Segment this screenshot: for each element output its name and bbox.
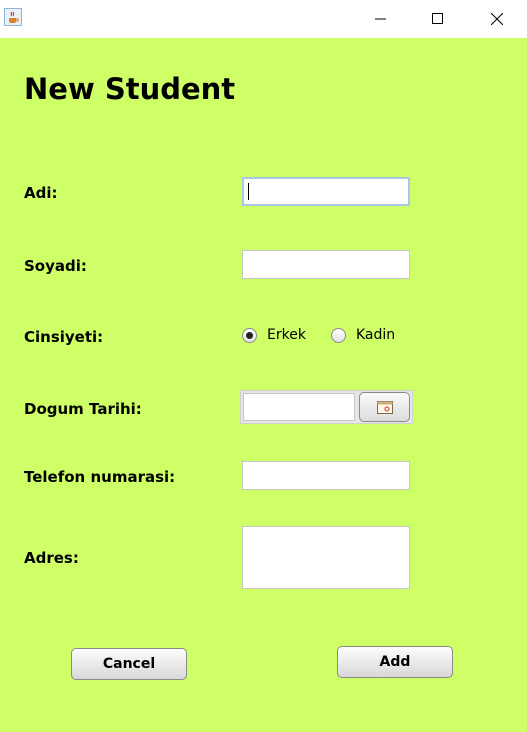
kadin-radio[interactable] [331,328,346,343]
adi-input[interactable] [242,177,410,206]
maximize-button[interactable] [415,0,461,38]
text-caret [248,183,249,200]
close-button[interactable] [474,0,520,38]
title-bar [0,0,527,38]
cinsiyeti-label: Cinsiyeti: [24,328,104,346]
calendar-icon [376,401,393,414]
adres-textarea[interactable] [242,526,410,589]
add-button[interactable]: Add [337,646,453,678]
calendar-button[interactable] [359,392,410,422]
close-icon [491,13,503,25]
minimize-icon [375,18,386,20]
kadin-label[interactable]: Kadin [356,327,395,343]
telefon-label: Telefon numarasi: [24,468,176,486]
adi-label: Adi: [24,184,58,202]
java-cup-icon [4,8,22,26]
page-title: New Student [24,72,236,106]
dogum-tarihi-label: Dogum Tarihi: [24,400,142,418]
adres-label: Adres: [24,549,79,567]
cancel-button[interactable]: Cancel [71,648,187,680]
soyadi-input[interactable] [242,250,410,279]
soyadi-label: Soyadi: [24,257,87,275]
erkek-label[interactable]: Erkek [267,327,306,343]
maximize-icon [432,13,443,24]
form-panel: New Student Adi: Soyadi: Cinsiyeti: Erke… [0,38,527,732]
erkek-radio[interactable] [242,328,257,343]
dogum-tarihi-input[interactable] [243,393,355,421]
minimize-button[interactable] [358,0,404,38]
date-picker [240,390,413,424]
telefon-input[interactable] [242,461,410,490]
